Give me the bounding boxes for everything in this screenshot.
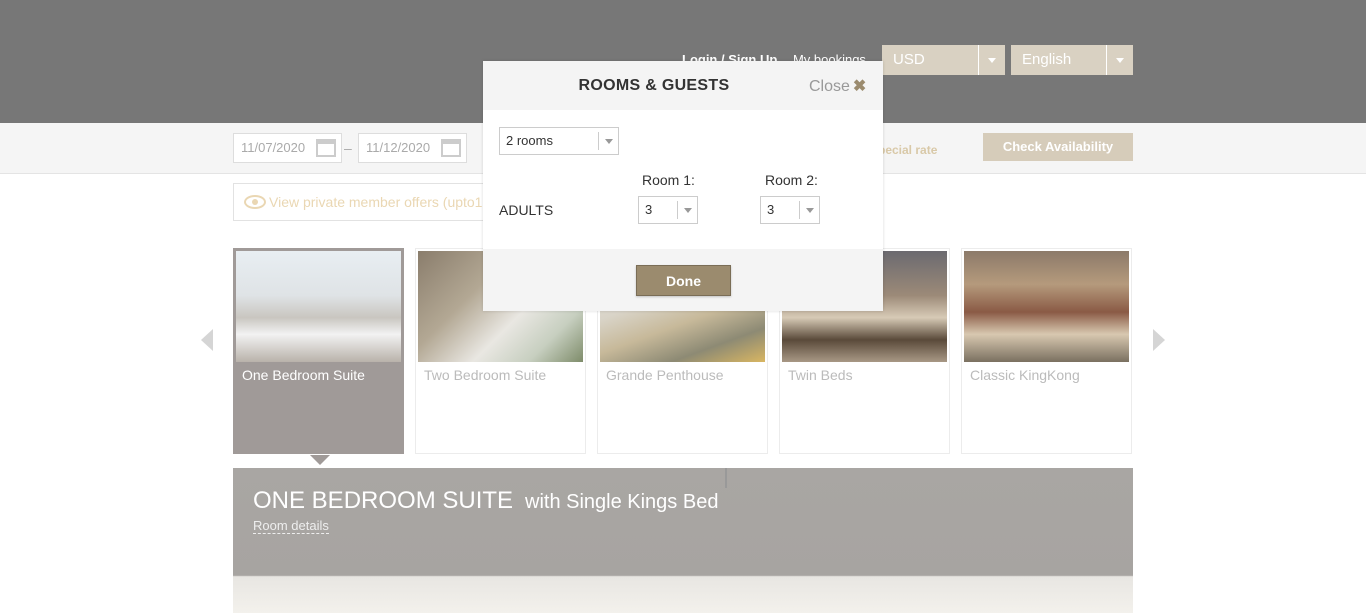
carousel-next-arrow[interactable]	[1153, 329, 1165, 351]
language-value: English	[1022, 51, 1072, 68]
room-details-link[interactable]: Room details	[253, 518, 329, 534]
room-card-name: Classic KingKong	[970, 367, 1080, 383]
featured-room-title: ONE BEDROOM SUITE	[253, 487, 514, 514]
room-thumbnail	[236, 251, 401, 362]
calendar-icon[interactable]	[316, 139, 336, 157]
checkout-date-field[interactable]: 11/12/2020	[358, 133, 467, 163]
chevron-down-icon	[978, 45, 1005, 75]
check-availability-button[interactable]: Check Availability	[983, 133, 1133, 161]
chevron-down-icon	[1106, 45, 1133, 75]
rooms-guests-modal: ROOMS & GUESTS Close ✖ 2 rooms Room 1: Ro…	[483, 61, 883, 311]
room-1-adults-value: 3	[645, 202, 653, 217]
adults-label: ADULTS	[499, 202, 554, 218]
room-2-adults-select[interactable]: 3	[760, 196, 820, 224]
room-card-name: Twin Beds	[788, 367, 853, 383]
private-offers-label: View private member offers (upto1	[269, 194, 483, 210]
room-card-name: One Bedroom Suite	[242, 367, 365, 383]
rooms-count-select[interactable]: 2 rooms	[499, 127, 619, 155]
modal-title: ROOMS & GUESTS	[578, 77, 730, 94]
room-card[interactable]: Classic KingKong	[961, 248, 1132, 454]
done-button[interactable]: Done	[636, 265, 731, 296]
language-select[interactable]: English	[1011, 45, 1133, 75]
active-pointer	[310, 455, 330, 465]
room-2-adults-value: 3	[767, 202, 775, 217]
decor-lamp	[725, 468, 727, 488]
room-card[interactable]: One Bedroom Suite	[233, 248, 404, 465]
checkin-date-field[interactable]: 11/07/2020	[233, 133, 342, 163]
calendar-icon[interactable]	[441, 139, 461, 157]
currency-value: USD	[893, 51, 925, 68]
chevron-down-icon	[799, 201, 819, 219]
close-label: Close	[809, 78, 850, 95]
eye-icon	[244, 195, 266, 209]
featured-room-subtitle: with Single Kings Bed	[525, 491, 719, 513]
carousel-prev-arrow[interactable]	[201, 329, 213, 351]
room-thumbnail	[964, 251, 1129, 362]
checkin-value: 11/07/2020	[241, 140, 306, 155]
currency-select[interactable]: USD	[882, 45, 1005, 75]
checkout-value: 11/12/2020	[366, 140, 431, 155]
chevron-down-icon	[677, 201, 697, 219]
special-rate-link[interactable]: pecial rate	[878, 143, 937, 157]
room-1-adults-select[interactable]: 3	[638, 196, 698, 224]
date-separator: –	[344, 140, 352, 156]
modal-footer: Done	[483, 249, 883, 311]
room-card-name: Two Bedroom Suite	[424, 367, 547, 383]
chevron-down-icon	[598, 132, 618, 150]
room-1-label: Room 1:	[642, 172, 695, 188]
modal-header: ROOMS & GUESTS Close ✖	[483, 61, 883, 110]
close-icon: ✖	[852, 78, 867, 95]
private-offers-link[interactable]: View private member offers (upto1	[233, 183, 493, 221]
room-2-label: Room 2:	[765, 172, 818, 188]
featured-room-banner: ONE BEDROOM SUITE with Single Kings Bed …	[233, 468, 1133, 613]
close-button[interactable]: Close ✖	[809, 76, 866, 96]
room-card-name: Grande Penthouse	[606, 367, 724, 383]
rooms-count-value: 2 rooms	[506, 133, 553, 148]
